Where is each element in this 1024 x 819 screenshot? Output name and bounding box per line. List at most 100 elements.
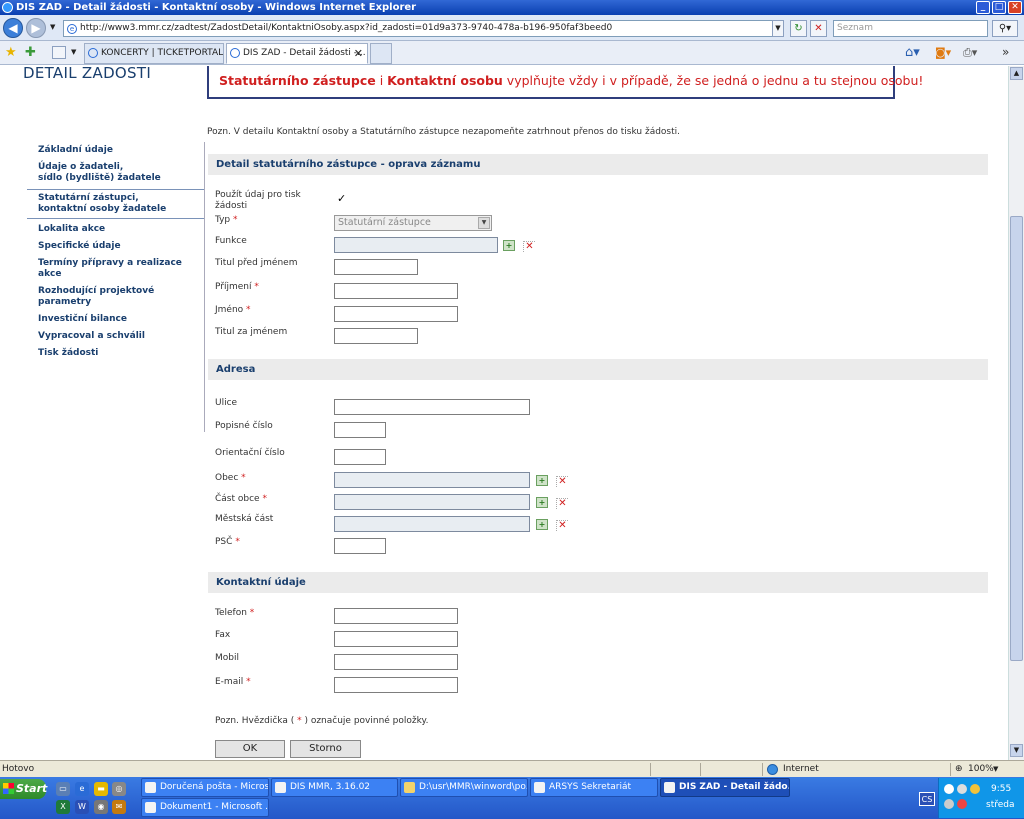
obec-input[interactable] (334, 472, 530, 488)
label-prijmeni: Příjmení * (215, 282, 259, 292)
app-icon[interactable]: ◉ (94, 800, 108, 814)
tray-icon[interactable] (944, 784, 954, 794)
sidebar-item-tisk-zadosti[interactable]: Tisk žádosti (27, 345, 204, 362)
add-icon[interactable]: + (536, 519, 548, 530)
word-icon (145, 802, 156, 813)
sidebar-item-lokalita-akce[interactable]: Lokalita akce (27, 221, 204, 238)
vertical-scrollbar[interactable]: ▲ ▼ (1008, 66, 1024, 760)
tab-list-dropdown-icon[interactable]: ▼ (71, 48, 76, 56)
close-tab-icon[interactable]: ✕ (354, 44, 363, 63)
tray-icon[interactable] (944, 799, 954, 809)
sidebar-item-zakladni-udaje[interactable]: Základní údaje (27, 142, 204, 159)
ok-button[interactable]: OK (215, 740, 285, 758)
orientacni-cislo-input[interactable] (334, 449, 386, 465)
minimize-button[interactable]: _ (976, 1, 990, 14)
clock-day: středa (986, 800, 1015, 810)
add-icon[interactable]: + (503, 240, 515, 251)
task-word-document[interactable]: Dokument1 - Microsoft ... (141, 798, 269, 817)
tab-koncerty[interactable]: KONCERTY | TICKETPORTAL... (84, 43, 224, 64)
refresh-button[interactable]: ↻ (790, 20, 807, 37)
label-psc: PSČ * (215, 537, 240, 547)
delete-icon[interactable]: ✕ (556, 476, 568, 487)
scroll-up-icon[interactable]: ▲ (1010, 67, 1023, 80)
folder-icon[interactable]: ▬ (94, 782, 108, 796)
sidebar-item-parametry[interactable]: Rozhodující projektové parametry (27, 283, 204, 311)
delete-icon[interactable]: ✕ (523, 241, 535, 252)
tab-dis-zad[interactable]: DIS ZAD - Detail žádosti -... ✕ (226, 43, 368, 64)
search-icon[interactable]: ⚲▾ (992, 20, 1018, 37)
ulice-input[interactable] (334, 399, 530, 415)
search-input[interactable]: Seznam (833, 20, 988, 37)
delete-icon[interactable]: ✕ (556, 520, 568, 531)
word-icon[interactable]: W (75, 800, 89, 814)
tray-icon[interactable] (957, 784, 967, 794)
maximize-button[interactable]: □ (992, 1, 1006, 14)
history-dropdown-icon[interactable]: ▼ (50, 23, 55, 31)
zoom-icon[interactable]: ⊕ (955, 761, 963, 777)
sidebar-item-vypracoval[interactable]: Vypracoval a schválil (27, 328, 204, 345)
label-cast-obce: Část obce * (215, 494, 267, 504)
task-folder[interactable]: D:\usr\MMR\winword\po... (400, 778, 528, 797)
more-tools-icon[interactable]: » (1002, 45, 1009, 59)
cast-obce-input[interactable] (334, 494, 530, 510)
scroll-down-icon[interactable]: ▼ (1010, 744, 1023, 757)
psc-input[interactable] (334, 538, 386, 554)
language-indicator[interactable]: CS (919, 792, 935, 806)
ie-quicklaunch-icon[interactable]: e (75, 782, 89, 796)
task-arsys[interactable]: ARSYS Sekretariát (530, 778, 658, 797)
back-button[interactable]: ◀ (3, 18, 23, 38)
new-tab-button[interactable] (370, 43, 392, 64)
delete-icon[interactable]: ✕ (556, 498, 568, 509)
jmeno-input[interactable] (334, 306, 458, 322)
storno-button[interactable]: Storno (290, 740, 361, 758)
popisne-cislo-input[interactable] (334, 422, 386, 438)
sidebar-item-udaje-o-zadateli[interactable]: Údaje o žadateli, sídlo (bydliště) žadate… (27, 159, 204, 187)
zoom-level[interactable]: 100% (968, 761, 994, 777)
sidebar-item-statutarni-zastupci[interactable]: Statutární zástupci, kontaktní osoby žada… (27, 189, 204, 219)
task-outlook[interactable]: Doručená pošta - Micros... (141, 778, 269, 797)
app2-icon[interactable]: ✉ (112, 800, 126, 814)
mestska-cast-input[interactable] (334, 516, 530, 532)
stop-button[interactable]: ✕ (810, 20, 827, 37)
feeds-icon[interactable]: ◙▾ (935, 46, 951, 59)
sidebar-item-specificke-udaje[interactable]: Specifické údaje (27, 238, 204, 255)
address-input[interactable]: e http://www3.mmr.cz/zadtest/ZadostDetai… (63, 20, 783, 37)
scroll-thumb[interactable] (1010, 216, 1023, 661)
media-icon[interactable]: ◎ (112, 782, 126, 796)
print-icon[interactable]: ⎙▾ (963, 46, 977, 60)
funkce-input[interactable] (334, 237, 498, 253)
page-title: DETAIL ŽÁDOSTI (23, 66, 152, 82)
sidebar-item-terminy[interactable]: Termíny přípravy a realizace akce (27, 255, 204, 283)
email-input[interactable] (334, 677, 458, 693)
clock-time[interactable]: 9:55 (991, 784, 1011, 794)
tray-icon[interactable] (957, 799, 967, 809)
telefon-input[interactable] (334, 608, 458, 624)
mobil-input[interactable] (334, 654, 458, 670)
app-window-icon (275, 782, 286, 793)
add-favorite-icon[interactable]: ✚ (25, 45, 36, 60)
favorites-star-icon[interactable]: ★ (5, 45, 17, 60)
label-orientacni: Orientační číslo (215, 448, 285, 458)
desktop-icon[interactable]: ▭ (56, 782, 70, 796)
titul-pred-input[interactable] (334, 259, 418, 275)
add-icon[interactable]: + (536, 497, 548, 508)
home-icon[interactable]: ⌂▾ (905, 45, 920, 60)
task-dis-mmr[interactable]: DIS MMR, 3.16.02 (271, 778, 398, 797)
address-dropdown-icon[interactable]: ▼ (772, 20, 784, 37)
fax-input[interactable] (334, 631, 458, 647)
task-dis-zad[interactable]: DIS ZAD - Detail žádo... (660, 778, 790, 797)
typ-select[interactable]: Statutární zástupce ▼ (334, 215, 492, 231)
add-icon[interactable]: + (536, 475, 548, 486)
forward-button[interactable]: ▶ (26, 18, 46, 38)
label-typ: Typ * (215, 215, 238, 225)
close-window-button[interactable]: ✕ (1008, 1, 1022, 14)
excel-icon[interactable]: X (56, 800, 70, 814)
tray-icon[interactable] (970, 784, 980, 794)
titul-za-input[interactable] (334, 328, 418, 344)
quick-tabs-icon[interactable] (52, 46, 66, 59)
prijmeni-input[interactable] (334, 283, 458, 299)
zoom-dropdown-icon[interactable]: ▼ (993, 761, 998, 777)
start-button[interactable]: Start (0, 779, 47, 799)
sidebar-item-investicni-bilance[interactable]: Investiční bilance (27, 311, 204, 328)
print-checkbox[interactable]: ✓ (337, 193, 348, 205)
